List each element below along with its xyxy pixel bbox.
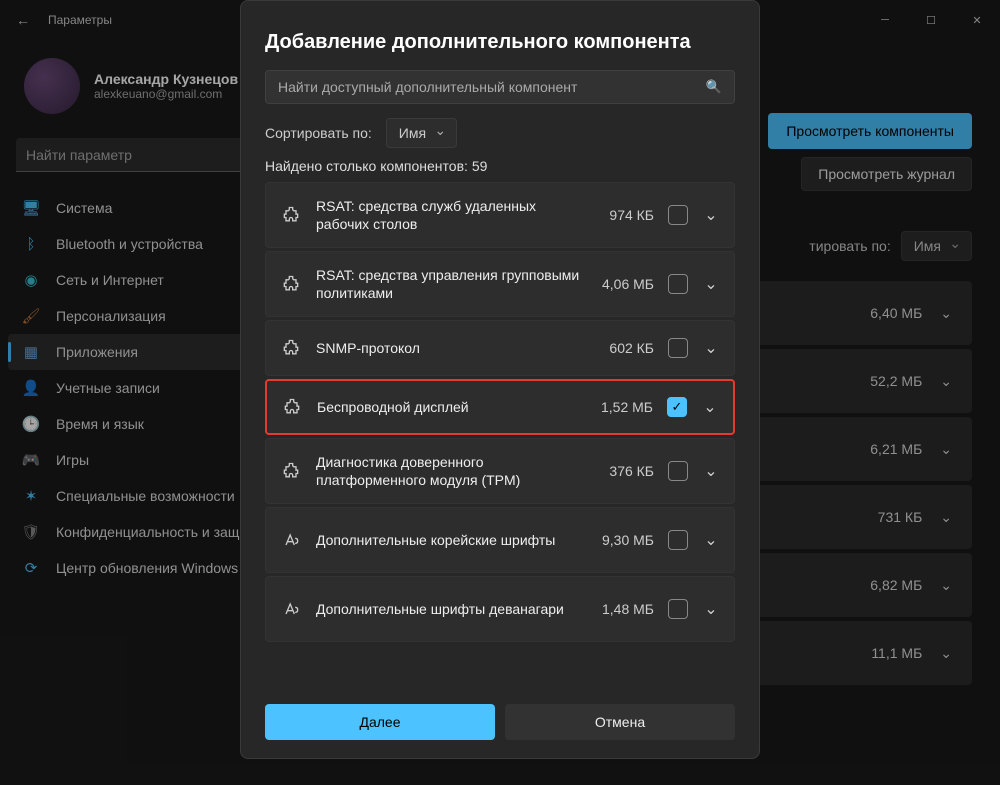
component-row[interactable]: SNMP-протокол 602 КБ ⌄	[265, 320, 735, 376]
component-checkbox[interactable]	[668, 599, 688, 619]
component-size: 9,30 МБ	[594, 532, 654, 548]
chevron-down-icon[interactable]: ⌄	[702, 530, 720, 550]
component-checkbox[interactable]	[668, 461, 688, 481]
chevron-down-icon[interactable]: ⌄	[702, 599, 720, 619]
component-checkbox[interactable]: ✓	[667, 397, 687, 417]
component-row[interactable]: Дополнительные шрифты деванагари 1,48 МБ…	[265, 576, 735, 642]
component-list: RSAT: средства служб удаленных рабочих с…	[265, 182, 735, 688]
chevron-down-icon[interactable]: ⌄	[701, 397, 719, 417]
dialog-search-placeholder: Найти доступный дополнительный компонент	[278, 79, 577, 95]
extension-icon	[280, 205, 302, 225]
component-label: RSAT: средства управления групповыми пол…	[316, 266, 580, 302]
search-icon: 🔍	[706, 79, 722, 95]
component-size: 1,52 МБ	[593, 399, 653, 415]
component-checkbox[interactable]	[668, 205, 688, 225]
component-row[interactable]: RSAT: средства управления групповыми пол…	[265, 251, 735, 317]
dialog-search-input[interactable]: Найти доступный дополнительный компонент…	[265, 70, 735, 104]
component-row[interactable]: Дополнительные корейские шрифты 9,30 МБ …	[265, 507, 735, 573]
extension-icon	[280, 530, 302, 550]
next-button[interactable]: Далее	[265, 704, 495, 740]
dialog-sort-label: Сортировать по:	[265, 125, 372, 141]
component-row[interactable]: RSAT: средства служб удаленных рабочих с…	[265, 182, 735, 248]
found-count-label: Найдено столько компонентов: 59	[265, 158, 735, 174]
chevron-down-icon[interactable]: ⌄	[702, 338, 720, 358]
dialog-title: Добавление дополнительного компонента	[265, 31, 735, 54]
component-size: 376 КБ	[594, 463, 654, 479]
component-checkbox[interactable]	[668, 274, 688, 294]
chevron-down-icon[interactable]: ⌄	[702, 274, 720, 294]
dialog-sort-select[interactable]: Имя	[386, 118, 457, 148]
cancel-button[interactable]: Отмена	[505, 704, 735, 740]
component-size: 602 КБ	[594, 340, 654, 356]
component-checkbox[interactable]	[668, 530, 688, 550]
component-label: Дополнительные корейские шрифты	[316, 531, 580, 549]
extension-icon	[280, 274, 302, 294]
add-component-dialog: Добавление дополнительного компонента На…	[240, 0, 760, 759]
component-label: SNMP-протокол	[316, 339, 580, 357]
extension-icon	[280, 599, 302, 619]
component-label: Дополнительные шрифты деванагари	[316, 600, 580, 618]
component-label: Беспроводной дисплей	[317, 398, 579, 416]
component-size: 4,06 МБ	[594, 276, 654, 292]
chevron-down-icon[interactable]: ⌄	[702, 461, 720, 481]
extension-icon	[281, 397, 303, 417]
component-row[interactable]: Беспроводной дисплей 1,52 МБ ✓ ⌄	[265, 379, 735, 435]
component-label: RSAT: средства служб удаленных рабочих с…	[316, 197, 580, 233]
extension-icon	[280, 461, 302, 481]
extension-icon	[280, 338, 302, 358]
component-row[interactable]: Диагностика доверенного платформенного м…	[265, 438, 735, 504]
chevron-down-icon[interactable]: ⌄	[702, 205, 720, 225]
component-size: 974 КБ	[594, 207, 654, 223]
component-size: 1,48 МБ	[594, 601, 654, 617]
component-checkbox[interactable]	[668, 338, 688, 358]
component-label: Диагностика доверенного платформенного м…	[316, 453, 580, 489]
